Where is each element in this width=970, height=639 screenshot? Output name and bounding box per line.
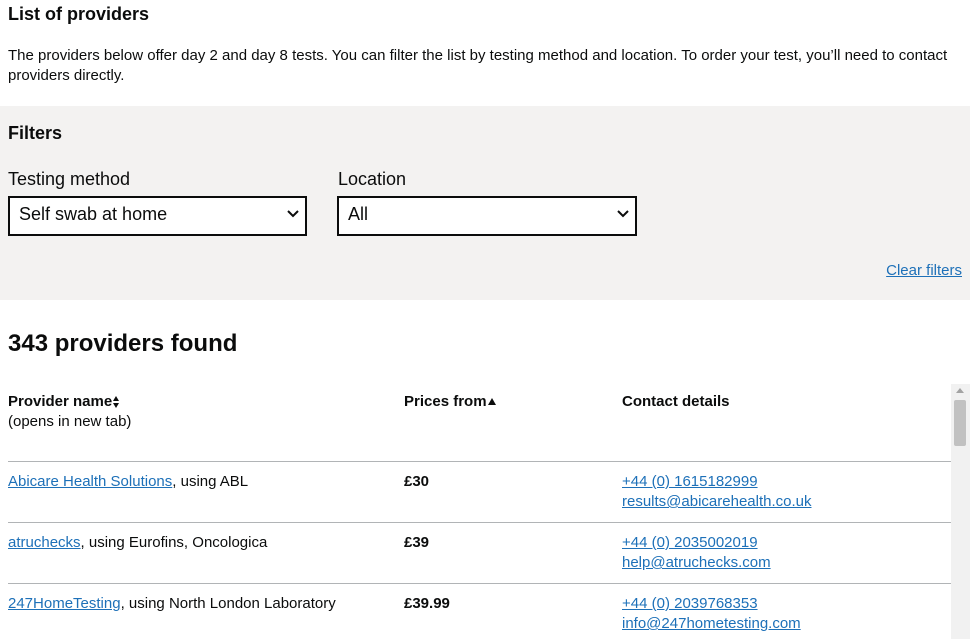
provider-price: £30 bbox=[404, 473, 430, 490]
table-row: atruchecks, using Eurofins, Oncologica £… bbox=[8, 522, 952, 584]
sort-both-icon bbox=[113, 396, 120, 409]
provider-phone-link[interactable]: +44 (0) 1615182999 bbox=[622, 472, 812, 492]
filters-panel: Filters Testing method Self swab at home… bbox=[0, 106, 970, 300]
page-title: List of providers bbox=[8, 4, 150, 24]
location-value: All bbox=[348, 204, 369, 224]
provider-price: £39 bbox=[404, 534, 430, 551]
header-provider-name[interactable]: Provider name (opens in new tab) bbox=[8, 392, 131, 432]
testing-method-label: Testing method bbox=[8, 169, 131, 189]
provider-labs: , using ABL bbox=[172, 473, 249, 490]
scroll-up-arrow-icon[interactable] bbox=[956, 388, 964, 393]
provider-link[interactable]: atruchecks bbox=[8, 534, 81, 551]
provider-price: £39.99 bbox=[404, 595, 450, 612]
provider-phone-link[interactable]: +44 (0) 2035002019 bbox=[622, 533, 771, 553]
results-count: 343 providers found bbox=[8, 330, 238, 357]
provider-email-link[interactable]: info@247hometesting.com bbox=[622, 614, 801, 634]
clear-filters-link[interactable]: Clear filters bbox=[886, 262, 962, 279]
chevron-down-icon bbox=[617, 210, 629, 218]
provider-email-link[interactable]: results@abicarehealth.co.uk bbox=[622, 492, 812, 512]
table-row: Abicare Health Solutions, using ABL £30 … bbox=[8, 461, 952, 523]
table-scrollbar[interactable] bbox=[951, 384, 970, 639]
sort-ascending-icon bbox=[487, 398, 496, 406]
filters-title: Filters bbox=[8, 123, 63, 143]
providers-table: Provider name (opens in new tab) Prices … bbox=[0, 384, 952, 639]
chevron-down-icon bbox=[287, 210, 299, 218]
header-provider-name-sub: (opens in new tab) bbox=[8, 413, 132, 430]
header-contact-details: Contact details bbox=[622, 393, 730, 410]
intro-text: The providers below offer day 2 and day … bbox=[8, 47, 948, 84]
table-row: 247HomeTesting, using North London Labor… bbox=[8, 583, 952, 639]
location-select[interactable]: All bbox=[337, 196, 637, 236]
provider-phone-link[interactable]: +44 (0) 2039768353 bbox=[622, 594, 801, 614]
provider-labs: , using North London Laboratory bbox=[120, 595, 336, 612]
location-label: Location bbox=[338, 169, 407, 189]
provider-link[interactable]: Abicare Health Solutions bbox=[8, 473, 172, 490]
provider-labs: , using Eurofins, Oncologica bbox=[80, 534, 268, 551]
header-prices-from[interactable]: Prices from bbox=[404, 392, 497, 412]
testing-method-value: Self swab at home bbox=[19, 204, 168, 224]
testing-method-select[interactable]: Self swab at home bbox=[8, 196, 307, 236]
provider-email-link[interactable]: help@atruchecks.com bbox=[622, 553, 771, 573]
scroll-thumb[interactable] bbox=[954, 400, 966, 446]
provider-link[interactable]: 247HomeTesting bbox=[8, 595, 121, 612]
